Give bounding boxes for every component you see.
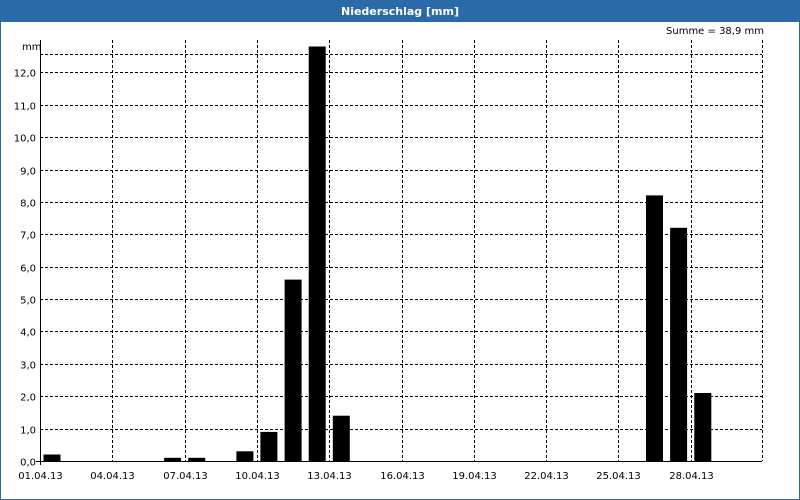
x-tick-label: 28.04.13 — [669, 471, 714, 482]
y-tick-label: 9,0 — [20, 167, 36, 178]
y-tick-label: 7,0 — [20, 231, 36, 242]
y-tick-label: 11,0 — [14, 102, 36, 113]
y-tick-label: 6,0 — [20, 264, 36, 275]
y-tick-label: 1,0 — [20, 426, 36, 437]
precip-bar — [164, 457, 182, 461]
x-tick-label: 25.04.13 — [596, 471, 641, 482]
bars-group — [43, 46, 712, 461]
y-tick-label: 4,0 — [20, 328, 36, 339]
precip-bar — [188, 457, 206, 461]
precip-bar — [670, 227, 688, 461]
precip-bar — [332, 415, 350, 461]
y-axis-label: mm — [22, 42, 41, 53]
x-tick-label: 19.04.13 — [452, 471, 497, 482]
precip-bar — [646, 195, 663, 461]
x-tick-label: 10.04.13 — [235, 471, 280, 482]
precipitation-chart: mm 0,0 1,0 2,0 3,0 4,0 5,0 6,0 7,0 8,0 9,0 10,0 11,… — [14, 40, 763, 482]
x-tick-label: 13.04.13 — [307, 471, 352, 482]
x-tick-label: 07.04.13 — [163, 471, 208, 482]
x-tick-label: 16.04.13 — [380, 471, 425, 482]
y-tick-label: 10,0 — [14, 134, 36, 145]
precip-bar — [43, 454, 61, 461]
precip-bar — [236, 451, 254, 461]
x-tick-label: 22.04.13 — [524, 471, 569, 482]
y-tick-label: 5,0 — [20, 296, 36, 307]
precip-bar — [694, 393, 712, 461]
y-tick-label: 2,0 — [20, 393, 36, 404]
x-ticks: 01.04.13 04.04.13 07.04.13 10.04.13 13.04.13… — [18, 471, 714, 482]
y-ticks: 0,0 1,0 2,0 3,0 4,0 5,0 6,0 7,0 8,0 9,0 10,0 11,0 12… — [14, 69, 36, 469]
precip-bar — [260, 431, 278, 461]
y-tick-label: 8,0 — [20, 199, 36, 210]
precip-bar — [308, 46, 326, 461]
x-tick-label: 01.04.13 — [18, 471, 63, 482]
y-tick-label: 3,0 — [20, 361, 36, 372]
y-tick-label: 0,0 — [20, 458, 36, 469]
x-tick-label: 04.04.13 — [90, 471, 135, 482]
precip-bar — [284, 279, 302, 461]
y-tick-label: 12,0 — [14, 69, 36, 80]
